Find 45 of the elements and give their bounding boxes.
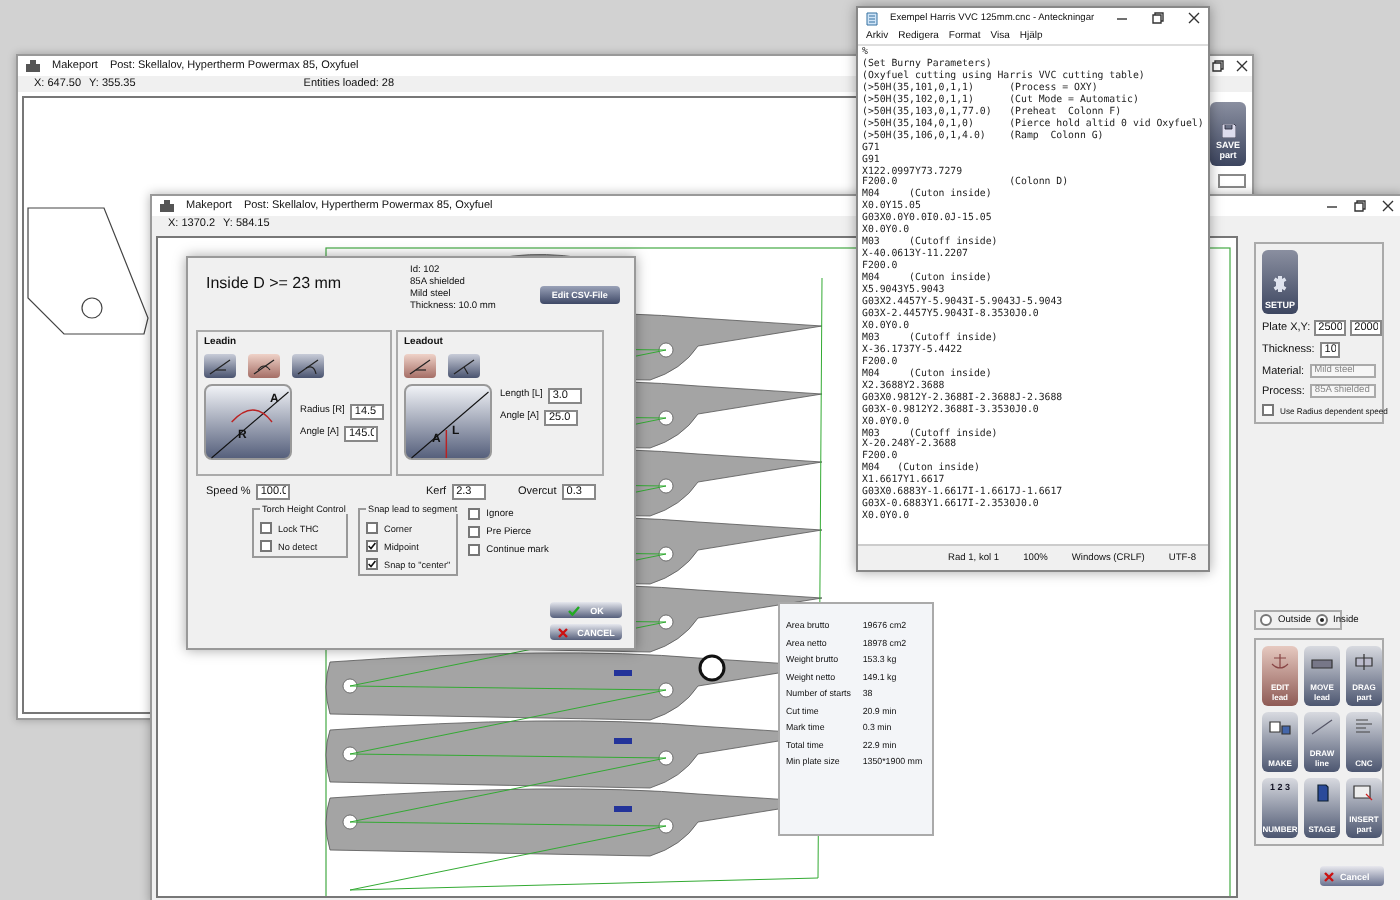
app-icon bbox=[26, 60, 40, 72]
checkbox[interactable] bbox=[468, 544, 481, 556]
checkbox[interactable] bbox=[260, 522, 272, 534]
checkbox[interactable] bbox=[366, 540, 378, 552]
checkbox[interactable] bbox=[468, 526, 481, 538]
check-icon bbox=[568, 605, 581, 615]
part-outline-drawing bbox=[27, 207, 149, 335]
insert-part-icon bbox=[1352, 784, 1376, 802]
dialog-title: Inside D >= 23 mm bbox=[206, 274, 344, 296]
lead-type-button[interactable] bbox=[204, 354, 236, 378]
checkbox[interactable] bbox=[1262, 404, 1274, 416]
maximize-icon[interactable] bbox=[1354, 200, 1366, 212]
notepad-icon bbox=[866, 11, 878, 25]
line-icon bbox=[1310, 718, 1334, 736]
cross-icon bbox=[557, 627, 568, 637]
close-icon[interactable] bbox=[1188, 12, 1200, 24]
text-lines-icon bbox=[1352, 718, 1376, 736]
minimize-icon[interactable] bbox=[1116, 12, 1128, 24]
close-icon[interactable] bbox=[1382, 200, 1394, 212]
maximize-icon[interactable] bbox=[1152, 12, 1164, 24]
checkbox[interactable] bbox=[260, 540, 272, 552]
radio-button[interactable] bbox=[1315, 614, 1328, 626]
checkbox[interactable] bbox=[366, 558, 378, 570]
app-icon bbox=[160, 200, 174, 212]
hook-icon bbox=[452, 357, 476, 375]
lead-type-button[interactable] bbox=[248, 354, 280, 378]
gear-icon bbox=[1272, 276, 1288, 292]
radio-button[interactable] bbox=[1260, 614, 1272, 626]
input-field[interactable] bbox=[1218, 174, 1246, 188]
minimize-icon[interactable] bbox=[1326, 200, 1338, 212]
line-icon bbox=[208, 357, 232, 375]
checkbox[interactable] bbox=[468, 508, 481, 520]
close-icon[interactable] bbox=[1236, 60, 1248, 72]
cross-icon bbox=[1324, 871, 1334, 881]
panel-icon bbox=[1268, 718, 1292, 736]
line-icon bbox=[408, 357, 432, 375]
lead-type-button[interactable] bbox=[448, 354, 480, 378]
maximize-icon[interactable] bbox=[1212, 60, 1224, 72]
anchor-icon bbox=[1268, 652, 1292, 670]
lead-type-button[interactable] bbox=[404, 354, 436, 378]
lead-type-button[interactable] bbox=[292, 354, 324, 378]
arc-icon bbox=[296, 357, 320, 375]
crosshair-icon bbox=[1352, 652, 1376, 670]
arc-icon bbox=[252, 357, 276, 375]
checkbox[interactable] bbox=[366, 522, 378, 534]
